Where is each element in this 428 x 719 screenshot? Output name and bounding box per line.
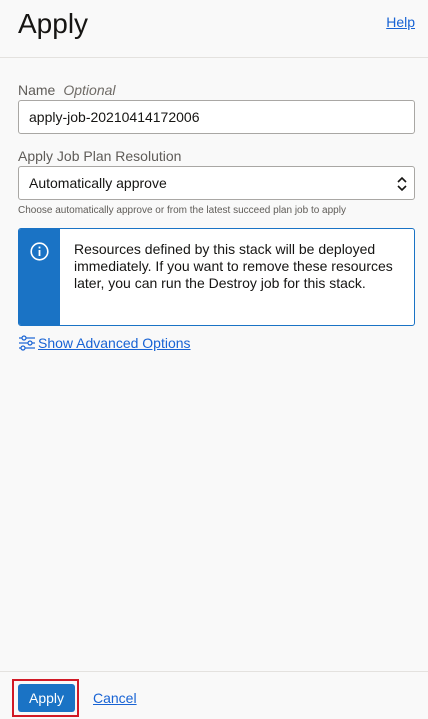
plan-resolution-value: Automatically approve [29,175,167,191]
page-title: Apply [18,8,89,39]
panel-header: Apply Help [0,0,428,58]
panel-footer: Apply Cancel [0,671,428,719]
info-strip [19,229,60,325]
name-optional-label: Optional [63,82,116,98]
form-content: Name Optional Apply Job Plan Resolution A… [18,82,415,351]
plan-resolution-hint: Choose automatically approve or from the… [18,205,346,216]
name-input[interactable] [18,100,415,134]
name-label-text: Name [18,82,56,98]
plan-resolution-select[interactable]: Automatically approve [18,166,415,200]
plan-resolution-label: Apply Job Plan Resolution [18,148,182,164]
sliders-icon [19,335,35,351]
cancel-link[interactable]: Cancel [93,690,137,706]
info-message: Resources defined by this stack will be … [18,228,415,326]
show-advanced-options-link[interactable]: Show Advanced Options [18,335,415,351]
apply-button[interactable]: Apply [18,684,75,712]
info-text: Resources defined by this stack will be … [74,241,393,291]
select-chevron-icon [397,176,407,192]
info-icon [30,242,49,261]
help-link[interactable]: Help [386,14,415,30]
name-field-label: Name Optional [18,82,415,98]
apply-panel: Apply Help Name Optional Apply Job Plan R… [0,0,428,719]
show-advanced-options-label: Show Advanced Options [38,335,191,351]
